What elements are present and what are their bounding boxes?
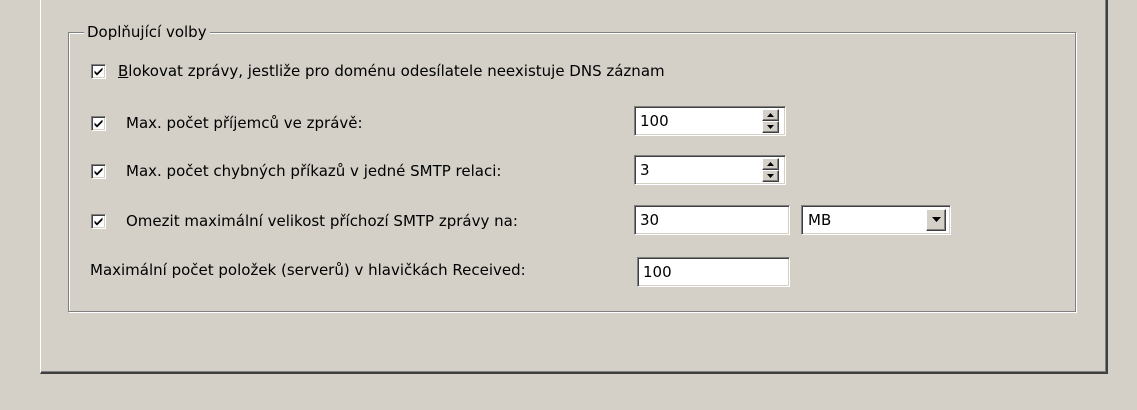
spin-down-button[interactable] bbox=[762, 170, 779, 182]
max-size-input[interactable] bbox=[634, 205, 790, 235]
block-dns-label[interactable]: Blokovat zprávy, jestliže pro doménu ode… bbox=[118, 61, 665, 81]
max-recipients-spinner[interactable] bbox=[762, 109, 779, 133]
arrow-down-icon bbox=[767, 174, 774, 178]
spin-up-button[interactable] bbox=[762, 158, 779, 170]
max-bad-commands-spinner[interactable] bbox=[762, 158, 779, 182]
max-recipients-checkbox[interactable] bbox=[91, 116, 106, 131]
spin-up-button[interactable] bbox=[762, 109, 779, 121]
checkmark-icon bbox=[94, 67, 103, 76]
size-unit-value: MB bbox=[808, 211, 832, 229]
max-size-label: Omezit maximální velikost příchozí SMTP … bbox=[126, 212, 518, 230]
max-recipients-label: Max. počet příjemců ve zprávě: bbox=[126, 114, 363, 132]
max-received-label: Maximální počet položek (serverů) v hlav… bbox=[90, 261, 526, 279]
checkmark-icon bbox=[94, 167, 103, 176]
max-size-checkbox[interactable] bbox=[91, 214, 106, 229]
chevron-down-icon bbox=[932, 217, 941, 222]
size-unit-dropdown-button[interactable] bbox=[926, 209, 946, 231]
spin-down-button[interactable] bbox=[762, 121, 779, 133]
block-dns-checkbox[interactable] bbox=[91, 64, 106, 79]
arrow-up-icon bbox=[767, 162, 774, 166]
size-unit-select[interactable]: MB bbox=[801, 205, 951, 235]
groupbox-title: Doplňující volby bbox=[84, 22, 210, 42]
checkmark-icon bbox=[94, 217, 103, 226]
arrow-up-icon bbox=[767, 113, 774, 117]
max-received-input[interactable] bbox=[637, 257, 790, 287]
arrow-down-icon bbox=[767, 125, 774, 129]
max-bad-commands-checkbox[interactable] bbox=[91, 164, 106, 179]
checkmark-icon bbox=[94, 119, 103, 128]
max-bad-commands-label: Max. počet chybných příkazů v jedné SMTP… bbox=[126, 162, 502, 180]
